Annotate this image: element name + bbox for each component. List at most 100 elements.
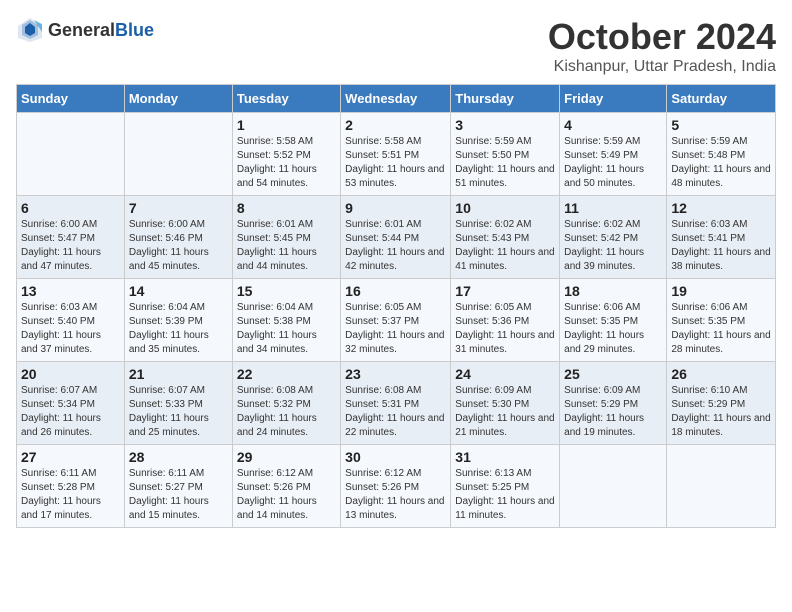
calendar-cell: 29Sunrise: 6:12 AMSunset: 5:26 PMDayligh…	[232, 445, 340, 528]
calendar-cell: 22 Sunrise: 6:08 AMSunset: 5:32 PMDayligh…	[232, 362, 340, 445]
day-detail: Sunrise: 6:13 AMSunset: 5:25 PMDaylight:…	[455, 467, 555, 523]
day-detail: Sunrise: 6:12 AMSunset: 5:26 PMDaylight:…	[237, 467, 336, 523]
day-detail: Sunrise: 6:01 AMSunset: 5:45 PMDaylight:…	[237, 218, 336, 274]
day-of-week-header: Wednesday	[341, 85, 451, 113]
day-number: 1	[237, 117, 336, 133]
day-detail: Sunrise: 6:01 AMSunset: 5:44 PMDaylight:…	[345, 218, 446, 274]
day-number: 7	[129, 200, 228, 216]
day-detail: Sunrise: 6:00 AMSunset: 5:46 PMDaylight:…	[129, 218, 228, 274]
day-number: 5	[671, 117, 771, 133]
day-detail: Sunrise: 6:03 AMSunset: 5:40 PMDaylight:…	[21, 301, 120, 357]
logo: GeneralBlue	[16, 16, 154, 44]
day-of-week-header: Friday	[560, 85, 667, 113]
calendar-cell: 6 Sunrise: 6:00 AMSunset: 5:47 PMDaylight…	[17, 196, 125, 279]
day-number: 26	[671, 366, 771, 382]
calendar-cell: 13 Sunrise: 6:03 AMSunset: 5:40 PMDayligh…	[17, 279, 125, 362]
calendar-cell: 17 Sunrise: 6:05 AMSunset: 5:36 PMDayligh…	[451, 279, 560, 362]
calendar-cell: 3 Sunrise: 5:59 AMSunset: 5:50 PMDaylight…	[451, 113, 560, 196]
day-detail: Sunrise: 5:59 AMSunset: 5:49 PMDaylight:…	[564, 135, 662, 191]
day-number: 13	[21, 283, 120, 299]
day-of-week-header: Monday	[124, 85, 232, 113]
day-number: 15	[237, 283, 336, 299]
day-number: 3	[455, 117, 555, 133]
day-number: 17	[455, 283, 555, 299]
calendar-cell: 9Sunrise: 6:01 AMSunset: 5:44 PMDaylight…	[341, 196, 451, 279]
day-number: 6	[21, 200, 120, 216]
calendar-cell: 28Sunrise: 6:11 AMSunset: 5:27 PMDayligh…	[124, 445, 232, 528]
calendar-cell: 2Sunrise: 5:58 AMSunset: 5:51 PMDaylight…	[341, 113, 451, 196]
day-of-week-header: Tuesday	[232, 85, 340, 113]
calendar-week-row: 13 Sunrise: 6:03 AMSunset: 5:40 PMDayligh…	[17, 279, 776, 362]
logo-blue: Blue	[115, 20, 154, 40]
calendar-cell: 23 Sunrise: 6:08 AMSunset: 5:31 PMDayligh…	[341, 362, 451, 445]
day-detail: Sunrise: 5:59 AMSunset: 5:50 PMDaylight:…	[455, 135, 555, 191]
day-number: 21	[129, 366, 228, 382]
calendar-week-row: 27 Sunrise: 6:11 AMSunset: 5:28 PMDayligh…	[17, 445, 776, 528]
day-number: 27	[21, 449, 120, 465]
day-number: 10	[455, 200, 555, 216]
location-title: Kishanpur, Uttar Pradesh, India	[548, 58, 776, 76]
day-detail: Sunrise: 6:09 AMSunset: 5:30 PMDaylight:…	[455, 384, 555, 440]
calendar-cell: 30 Sunrise: 6:12 AMSunset: 5:26 PMDayligh…	[341, 445, 451, 528]
day-of-week-header: Thursday	[451, 85, 560, 113]
calendar-table: SundayMondayTuesdayWednesdayThursdayFrid…	[16, 84, 776, 528]
calendar-cell: 26 Sunrise: 6:10 AMSunset: 5:29 PMDayligh…	[667, 362, 776, 445]
calendar-cell: 4 Sunrise: 5:59 AMSunset: 5:49 PMDaylight…	[560, 113, 667, 196]
calendar-cell: 12Sunrise: 6:03 AMSunset: 5:41 PMDayligh…	[667, 196, 776, 279]
calendar-body: 1 Sunrise: 5:58 AMSunset: 5:52 PMDaylight…	[17, 113, 776, 528]
day-detail: Sunrise: 6:07 AMSunset: 5:33 PMDaylight:…	[129, 384, 228, 440]
day-number: 24	[455, 366, 555, 382]
calendar-week-row: 1 Sunrise: 5:58 AMSunset: 5:52 PMDaylight…	[17, 113, 776, 196]
calendar-cell: 8 Sunrise: 6:01 AMSunset: 5:45 PMDaylight…	[232, 196, 340, 279]
calendar-cell: 24 Sunrise: 6:09 AMSunset: 5:30 PMDayligh…	[451, 362, 560, 445]
calendar-cell: 19Sunrise: 6:06 AMSunset: 5:35 PMDayligh…	[667, 279, 776, 362]
month-title: October 2024	[548, 16, 776, 58]
calendar-cell: 15 Sunrise: 6:04 AMSunset: 5:38 PMDayligh…	[232, 279, 340, 362]
day-detail: Sunrise: 6:12 AMSunset: 5:26 PMDaylight:…	[345, 467, 446, 523]
day-number: 8	[237, 200, 336, 216]
day-detail: Sunrise: 5:59 AMSunset: 5:48 PMDaylight:…	[671, 135, 771, 191]
day-detail: Sunrise: 6:06 AMSunset: 5:35 PMDaylight:…	[564, 301, 662, 357]
day-number: 25	[564, 366, 662, 382]
day-number: 30	[345, 449, 446, 465]
day-number: 4	[564, 117, 662, 133]
calendar-cell	[667, 445, 776, 528]
calendar-cell: 14 Sunrise: 6:04 AMSunset: 5:39 PMDayligh…	[124, 279, 232, 362]
day-number: 18	[564, 283, 662, 299]
calendar-cell: 21 Sunrise: 6:07 AMSunset: 5:33 PMDayligh…	[124, 362, 232, 445]
logo-text: GeneralBlue	[48, 20, 154, 41]
day-number: 14	[129, 283, 228, 299]
day-detail: Sunrise: 6:05 AMSunset: 5:36 PMDaylight:…	[455, 301, 555, 357]
calendar-cell	[17, 113, 125, 196]
calendar-cell: 18 Sunrise: 6:06 AMSunset: 5:35 PMDayligh…	[560, 279, 667, 362]
day-detail: Sunrise: 6:03 AMSunset: 5:41 PMDaylight:…	[671, 218, 771, 274]
day-number: 22	[237, 366, 336, 382]
logo-general: General	[48, 20, 115, 40]
day-detail: Sunrise: 6:09 AMSunset: 5:29 PMDaylight:…	[564, 384, 662, 440]
day-detail: Sunrise: 5:58 AMSunset: 5:52 PMDaylight:…	[237, 135, 336, 191]
calendar-cell: 16Sunrise: 6:05 AMSunset: 5:37 PMDayligh…	[341, 279, 451, 362]
day-number: 31	[455, 449, 555, 465]
page-header: GeneralBlue October 2024 Kishanpur, Utta…	[16, 16, 776, 76]
day-number: 23	[345, 366, 446, 382]
calendar-week-row: 6 Sunrise: 6:00 AMSunset: 5:47 PMDaylight…	[17, 196, 776, 279]
day-detail: Sunrise: 6:02 AMSunset: 5:42 PMDaylight:…	[564, 218, 662, 274]
calendar-cell: 27 Sunrise: 6:11 AMSunset: 5:28 PMDayligh…	[17, 445, 125, 528]
day-detail: Sunrise: 6:00 AMSunset: 5:47 PMDaylight:…	[21, 218, 120, 274]
day-detail: Sunrise: 6:10 AMSunset: 5:29 PMDaylight:…	[671, 384, 771, 440]
calendar-cell: 20Sunrise: 6:07 AMSunset: 5:34 PMDayligh…	[17, 362, 125, 445]
calendar-cell: 25 Sunrise: 6:09 AMSunset: 5:29 PMDayligh…	[560, 362, 667, 445]
calendar-cell: 11 Sunrise: 6:02 AMSunset: 5:42 PMDayligh…	[560, 196, 667, 279]
day-detail: Sunrise: 6:08 AMSunset: 5:32 PMDaylight:…	[237, 384, 336, 440]
logo-icon	[16, 16, 44, 44]
day-number: 11	[564, 200, 662, 216]
day-detail: Sunrise: 6:07 AMSunset: 5:34 PMDaylight:…	[21, 384, 120, 440]
day-detail: Sunrise: 6:04 AMSunset: 5:39 PMDaylight:…	[129, 301, 228, 357]
day-detail: Sunrise: 5:58 AMSunset: 5:51 PMDaylight:…	[345, 135, 446, 191]
day-detail: Sunrise: 6:11 AMSunset: 5:28 PMDaylight:…	[21, 467, 120, 523]
day-detail: Sunrise: 6:04 AMSunset: 5:38 PMDaylight:…	[237, 301, 336, 357]
calendar-cell	[560, 445, 667, 528]
day-detail: Sunrise: 6:02 AMSunset: 5:43 PMDaylight:…	[455, 218, 555, 274]
day-detail: Sunrise: 6:08 AMSunset: 5:31 PMDaylight:…	[345, 384, 446, 440]
calendar-cell: 1 Sunrise: 5:58 AMSunset: 5:52 PMDaylight…	[232, 113, 340, 196]
